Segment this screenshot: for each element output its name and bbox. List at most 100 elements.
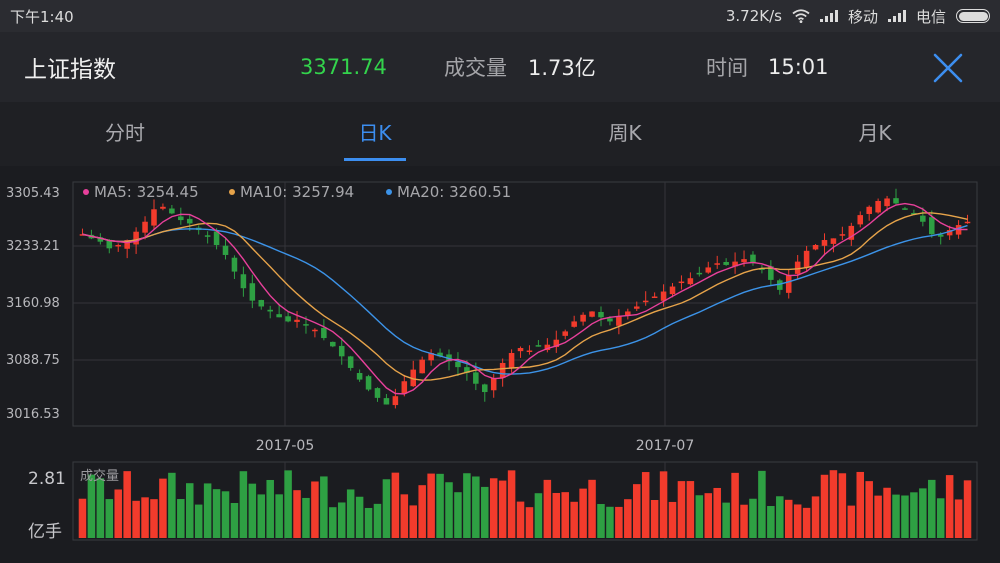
volume-bar: [740, 504, 748, 538]
volume-bar: [615, 506, 623, 538]
volume-bar: [883, 487, 891, 538]
kline-chart-svg: 3305.43 3233.21 3160.98 3088.75 3016.53 …: [6, 181, 978, 542]
candle-body: [455, 361, 461, 368]
candle-body: [669, 286, 676, 295]
candle-body: [642, 300, 649, 303]
volume-bar: [659, 471, 668, 538]
tab-daily-k[interactable]: 日K: [275, 102, 475, 166]
volume-bar: [552, 492, 561, 538]
volume-bar: [346, 489, 355, 538]
volume-bar: [856, 471, 865, 538]
volume-bar: [579, 488, 587, 538]
volume-bar: [123, 471, 131, 538]
volume-bar: [105, 499, 114, 538]
status-time: 下午1:40: [10, 7, 74, 26]
volume-bar: [266, 479, 274, 538]
volume-bar: [230, 502, 239, 538]
candle-body: [866, 206, 872, 214]
volume-bar: [963, 480, 972, 538]
candle-body: [616, 316, 622, 326]
candle-body: [473, 372, 479, 384]
candle-body: [696, 272, 703, 275]
volume-bar: [650, 500, 659, 538]
candle-body: [294, 319, 300, 322]
quote-header: 上证指数 3371.74 成交量 1.73亿 时间 15:01: [0, 32, 1000, 102]
battery-icon: [956, 9, 990, 23]
candle-body: [920, 215, 926, 222]
volume-bar: [239, 471, 248, 538]
volume-bar: [284, 470, 292, 538]
volume-bar: [776, 496, 784, 538]
candle-body: [249, 283, 256, 301]
candle-body: [830, 238, 837, 244]
volume-value: 1.73亿: [528, 56, 596, 80]
volume-bar: [427, 473, 435, 538]
volume-bar: [489, 478, 498, 538]
candle-body: [383, 398, 390, 405]
volume-bar: [463, 473, 471, 538]
index-price: 3371.74: [300, 55, 387, 79]
tab-weekly-k[interactable]: 周K: [525, 102, 725, 166]
volume-bar: [901, 495, 909, 538]
candle-body: [338, 345, 345, 357]
time-value: 15:01: [768, 55, 829, 79]
index-name: 上证指数: [24, 57, 116, 83]
candle-body: [705, 267, 712, 273]
ma5-legend-dot: [83, 189, 89, 195]
tab-monthly-k[interactable]: 月K: [775, 102, 975, 166]
volume-bar: [185, 483, 194, 538]
volume-bar: [802, 507, 811, 538]
volume-bar: [320, 476, 328, 538]
volume-bar: [919, 488, 927, 538]
volume-bar: [838, 473, 847, 538]
volume-bar: [936, 498, 945, 538]
volume-bar: [132, 500, 140, 538]
volume-bar: [749, 498, 757, 538]
candle-body: [222, 245, 229, 255]
volume-bar: [910, 492, 918, 538]
volume-bar: [248, 483, 257, 538]
volume-bar: [722, 502, 730, 538]
tab-intraday[interactable]: 分时: [25, 102, 225, 166]
candle-body: [651, 296, 658, 299]
candle-body: [571, 321, 577, 327]
y-tick-label: 3016.53: [6, 407, 60, 422]
price-panel-frame: [72, 181, 978, 427]
candles-group: [79, 188, 971, 409]
kline-chart[interactable]: 3305.43 3233.21 3160.98 3088.75 3016.53 …: [0, 166, 1000, 563]
candle-body: [490, 377, 497, 391]
volume-bar: [454, 492, 462, 538]
volume-bar: [382, 479, 391, 538]
candle-body: [902, 208, 908, 210]
candle-body: [526, 350, 533, 353]
volume-bar: [570, 501, 578, 538]
candle-body: [589, 311, 595, 317]
candle-body: [580, 314, 586, 322]
candle-body: [714, 263, 720, 265]
candle-body: [687, 278, 694, 285]
volume-label: 成交量: [444, 56, 507, 80]
ma20-legend: MA20: 3260.51: [397, 183, 511, 201]
candle-body: [499, 362, 506, 378]
y-tick-label: 3233.21: [6, 239, 60, 254]
ma5-legend: MA5: 3254.45: [94, 183, 199, 201]
candle-body: [356, 373, 363, 380]
volume-bar: [150, 499, 158, 538]
candle-body: [741, 259, 747, 263]
candle-body: [204, 235, 211, 237]
volume-bar: [829, 470, 838, 538]
volume-bar: [624, 499, 632, 538]
candle-body: [401, 381, 408, 394]
volume-bar: [945, 475, 954, 538]
candle-body: [151, 209, 157, 226]
volume-bar: [588, 479, 596, 538]
volume-bar: [767, 506, 775, 538]
close-icon[interactable]: [930, 50, 966, 86]
volume-bar: [168, 472, 176, 538]
volume-bar: [516, 501, 525, 538]
candle-body: [785, 274, 792, 293]
volume-bar: [641, 472, 650, 538]
candle-body: [160, 206, 166, 209]
y-tick-label: 3088.75: [6, 353, 60, 368]
candle-body: [857, 215, 864, 225]
